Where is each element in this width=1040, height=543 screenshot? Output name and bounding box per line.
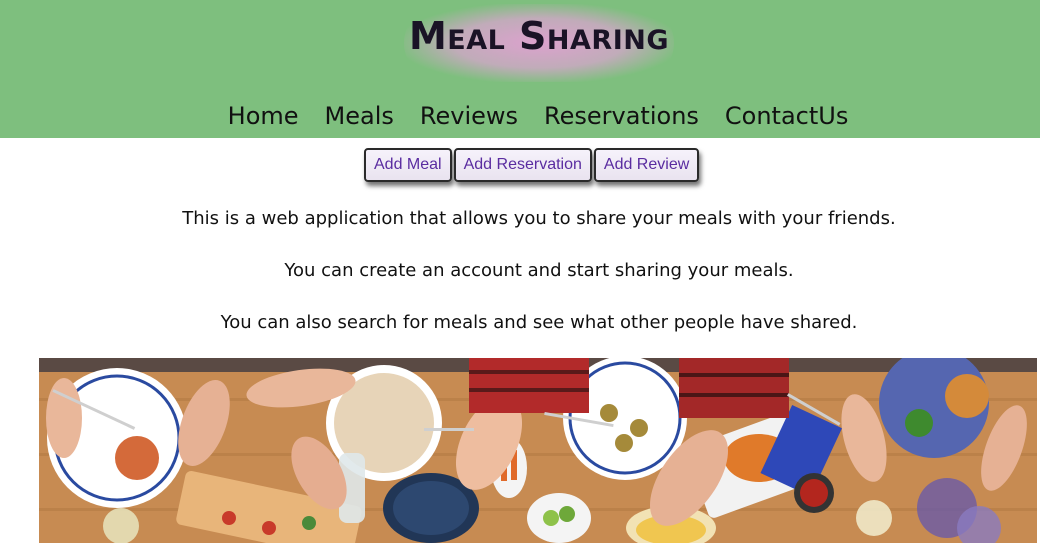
intro-text-3: You can also search for meals and see wh… [220, 312, 858, 333]
intro-text-1: This is a web application that allows yo… [182, 208, 896, 229]
nav-meals[interactable]: Meals [325, 98, 394, 134]
intro-text-2: You can create an account and start shar… [284, 260, 794, 281]
add-meal-button[interactable]: Add Meal [364, 148, 452, 182]
nav-home[interactable]: Home [228, 98, 299, 134]
main-nav: Home Meals Reviews Reservations ContactU… [0, 98, 1040, 134]
site-header: Meal Sharing Home Meals Reviews Reservat… [0, 0, 1040, 138]
site-title: Meal Sharing [408, 14, 670, 58]
meal-table-banner-image [39, 358, 1037, 543]
add-review-button[interactable]: Add Review [593, 148, 700, 182]
nav-reservations[interactable]: Reservations [544, 98, 699, 134]
nav-reviews[interactable]: Reviews [420, 98, 518, 134]
action-buttons: Add Meal Add Reservation Add Review [364, 148, 700, 182]
nav-contact-us[interactable]: ContactUs [725, 98, 848, 134]
add-reservation-button[interactable]: Add Reservation [453, 148, 592, 182]
